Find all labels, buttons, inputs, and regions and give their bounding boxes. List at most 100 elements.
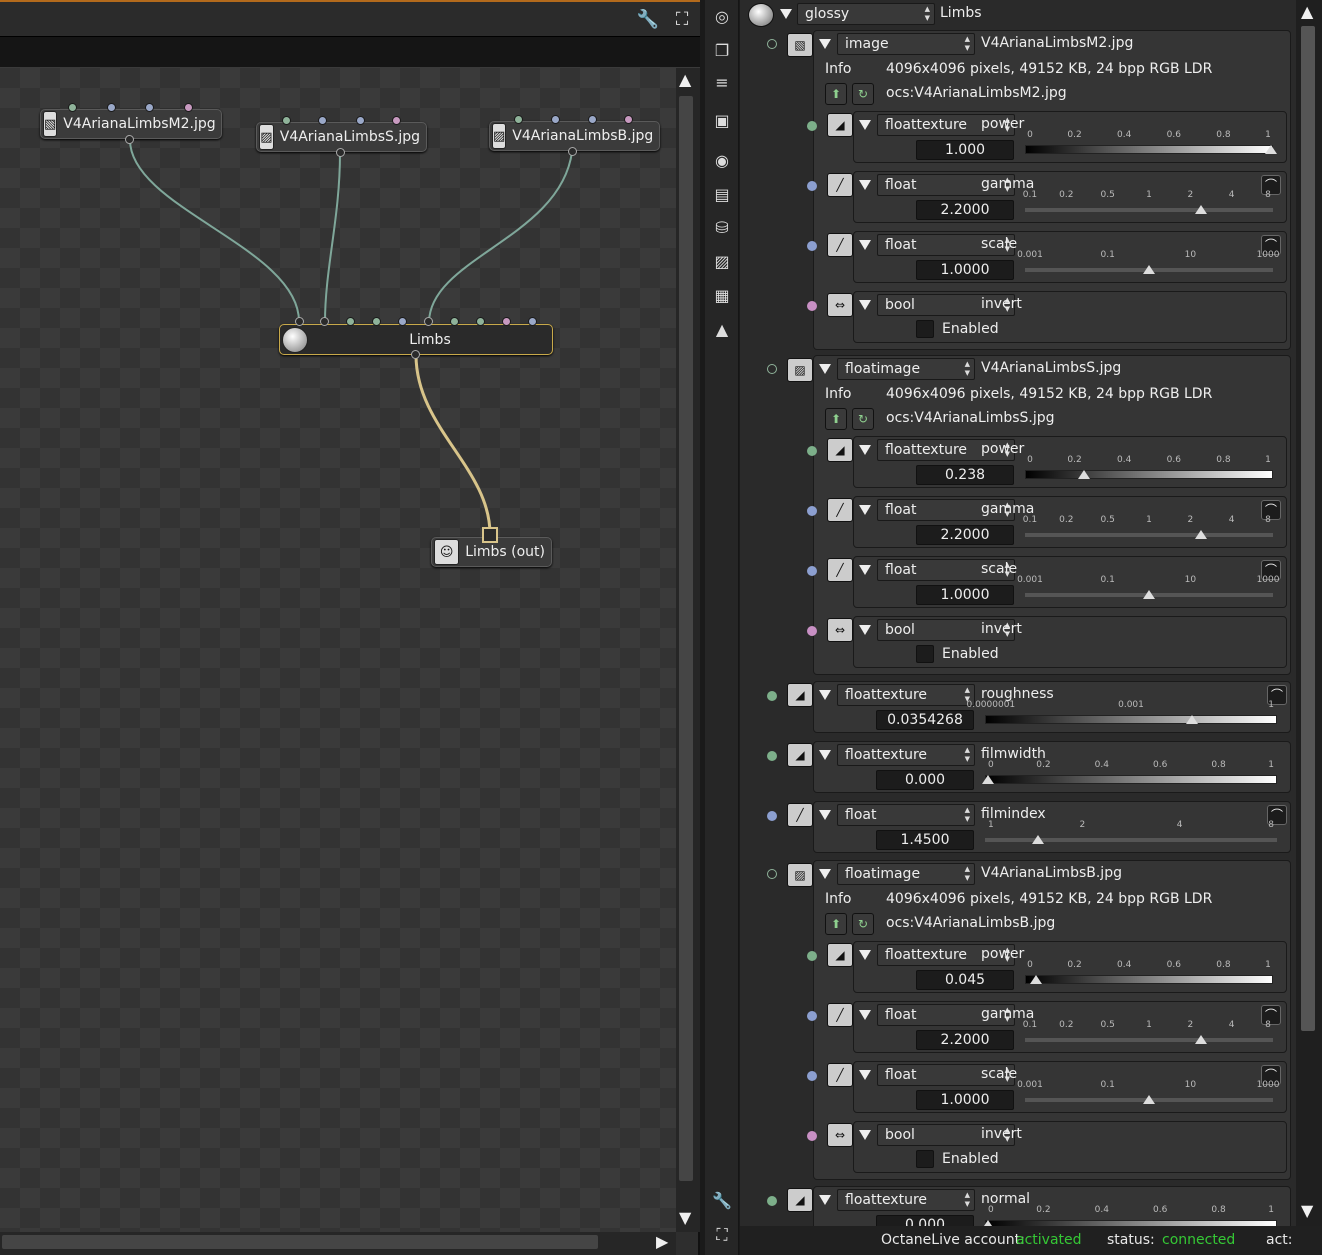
render-icon[interactable]: ◎ <box>709 4 735 30</box>
slot-dot[interactable] <box>807 566 817 576</box>
load-image-icon[interactable]: ⬆ <box>825 408 847 430</box>
value-slider[interactable]: 0 0.2 0.4 0.6 0.8 1 <box>1025 455 1273 489</box>
value-slider[interactable]: 0.001 0.1 10 1000 <box>1017 1080 1279 1114</box>
film-icon[interactable]: ▤ <box>709 182 735 208</box>
slot-dot[interactable] <box>767 811 777 821</box>
image-icon[interactable]: ▣ <box>709 108 735 134</box>
output-input-pin[interactable] <box>482 527 498 543</box>
input-pin[interactable] <box>346 317 355 326</box>
fullscreen-icon[interactable]: ⛶ <box>709 1222 735 1248</box>
scroll-up-icon[interactable]: ▲ <box>1301 4 1313 20</box>
slider-knob[interactable] <box>1195 1035 1208 1044</box>
slider-knob[interactable] <box>1143 590 1155 599</box>
wrench-icon[interactable]: 🔧 <box>709 1188 735 1214</box>
reload-icon[interactable]: ↻ <box>852 913 874 935</box>
slider-knob[interactable] <box>981 775 994 784</box>
slider-track[interactable] <box>985 838 1277 842</box>
slider-knob[interactable] <box>1078 470 1091 479</box>
slot-dot[interactable] <box>807 181 817 191</box>
value-field[interactable]: 1.0000 <box>916 1090 1014 1110</box>
node-graph-canvas[interactable]: ▧ V4ArianaLimbsM2.jpg ▨ V4ArianaLimbsS.j… <box>0 68 676 1232</box>
input-pin[interactable] <box>282 116 291 125</box>
output-pin[interactable] <box>125 135 134 144</box>
slider-knob[interactable] <box>1030 975 1043 984</box>
slot-dot[interactable] <box>807 121 817 131</box>
value-field[interactable]: 0.238 <box>916 465 1014 485</box>
type-select[interactable]: floattexture <box>837 684 975 706</box>
value-slider[interactable]: 0 0.2 0.4 0.6 0.8 1 <box>981 1205 1277 1226</box>
scrollbar-thumb[interactable] <box>1301 26 1315 1031</box>
type-select[interactable]: float <box>837 804 975 826</box>
collapse-icon[interactable] <box>859 565 871 575</box>
value-field[interactable]: 0.045 <box>916 970 1014 990</box>
scroll-up-icon[interactable]: ▲ <box>679 72 691 88</box>
collapse-icon[interactable] <box>859 180 871 190</box>
scroll-right-icon[interactable]: ▶ <box>656 1234 668 1250</box>
value-slider[interactable]: 1 2 4 8 <box>985 820 1277 854</box>
wrench-icon[interactable]: 🔧 <box>636 8 660 32</box>
input-pin[interactable] <box>107 103 116 112</box>
value-field[interactable]: 1.0000 <box>916 260 1014 280</box>
slot-dot[interactable] <box>767 751 777 761</box>
scrollbar-thumb[interactable] <box>2 1235 598 1249</box>
input-pin[interactable] <box>398 317 407 326</box>
material-type-select[interactable]: glossy <box>797 3 935 25</box>
load-image-icon[interactable]: ⬆ <box>825 83 847 105</box>
outliner-icon[interactable]: ≡ <box>709 70 735 96</box>
slider-track[interactable] <box>985 775 1277 784</box>
slot-dot[interactable] <box>767 1196 777 1206</box>
input-pin[interactable] <box>502 317 511 326</box>
slot-dot[interactable] <box>807 241 817 251</box>
value-slider[interactable]: 0.1 0.2 0.5 1 2 4 8 <box>1023 1020 1273 1054</box>
collapse-icon[interactable] <box>819 810 831 820</box>
slider-knob[interactable] <box>1195 205 1208 214</box>
slot-dot[interactable] <box>807 626 817 636</box>
slider-track[interactable] <box>1025 470 1273 479</box>
input-pin[interactable] <box>624 115 633 124</box>
collapse-icon[interactable] <box>819 39 831 49</box>
collapse-icon[interactable] <box>780 9 792 19</box>
value-slider[interactable]: 0.1 0.2 0.5 1 2 4 8 <box>1023 190 1273 224</box>
collapse-icon[interactable] <box>859 1070 871 1080</box>
slot-dot[interactable] <box>807 506 817 516</box>
value-field[interactable]: 0.000 <box>876 1215 974 1226</box>
collapse-icon[interactable] <box>819 690 831 700</box>
input-pin[interactable] <box>295 317 304 326</box>
input-pin[interactable] <box>528 317 537 326</box>
value-field[interactable]: 2.2000 <box>916 200 1014 220</box>
output-pin[interactable] <box>411 350 420 359</box>
materials-icon[interactable]: ▲ <box>709 317 735 343</box>
collapse-icon[interactable] <box>859 300 871 310</box>
slot-dot[interactable] <box>767 364 777 374</box>
collapse-icon[interactable] <box>819 364 831 374</box>
collapse-icon[interactable] <box>859 505 871 515</box>
type-select[interactable]: floattexture <box>837 1189 975 1211</box>
input-pin[interactable] <box>356 116 365 125</box>
graph-icon[interactable]: ▦ <box>709 283 735 309</box>
slider-track[interactable] <box>1025 145 1273 154</box>
slot-dot[interactable] <box>807 951 817 961</box>
value-slider[interactable]: 0.001 0.1 10 1000 <box>1017 575 1279 609</box>
value-field[interactable]: 1.0000 <box>916 585 1014 605</box>
slot-dot[interactable] <box>767 39 777 49</box>
input-pin[interactable] <box>551 115 560 124</box>
input-pin[interactable] <box>145 103 154 112</box>
value-slider[interactable]: 0.0000001 0.001 1 <box>966 700 1277 734</box>
slider-knob[interactable] <box>1186 715 1199 724</box>
value-slider[interactable]: 0 0.2 0.4 0.6 0.8 1 <box>1025 960 1273 994</box>
enabled-checkbox[interactable] <box>916 320 934 338</box>
value-field[interactable]: 0.000 <box>876 770 974 790</box>
slider-knob[interactable] <box>1143 1095 1155 1104</box>
collapse-icon[interactable] <box>859 950 871 960</box>
collapse-icon[interactable] <box>859 1130 871 1140</box>
node-editor-vertical-scrollbar[interactable]: ▲ ▼ <box>676 68 700 1232</box>
scrollbar-thumb[interactable] <box>679 96 693 1181</box>
type-select[interactable]: floatimage <box>837 863 975 885</box>
value-slider[interactable]: 0.1 0.2 0.5 1 2 4 8 <box>1023 515 1273 549</box>
scroll-down-icon[interactable]: ▼ <box>679 1210 691 1226</box>
scroll-down-icon[interactable]: ▼ <box>1301 1203 1313 1219</box>
type-select[interactable]: image <box>837 33 975 55</box>
input-pin[interactable] <box>450 317 459 326</box>
input-pin[interactable] <box>320 317 329 326</box>
fullscreen-icon[interactable]: ⛶ <box>670 8 694 32</box>
